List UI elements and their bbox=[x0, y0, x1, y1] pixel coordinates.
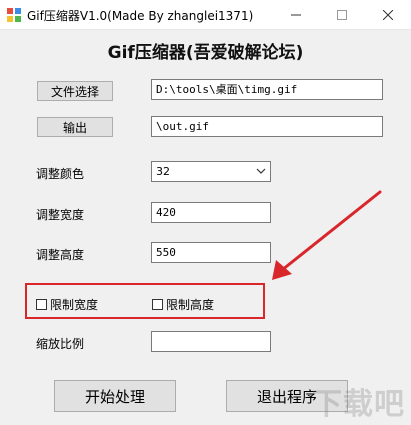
page-title: Gif压缩器(吾爱破解论坛) bbox=[107, 43, 304, 63]
app-icon bbox=[7, 8, 21, 22]
file-select-button[interactable]: 文件选择 bbox=[37, 81, 113, 101]
width-label: 调整宽度 bbox=[36, 208, 85, 222]
color-select[interactable]: 32 bbox=[151, 161, 271, 182]
width-input[interactable]: 420 bbox=[151, 202, 271, 223]
chevron-down-icon bbox=[256, 168, 266, 174]
file-path-input[interactable]: D:\tools\桌面\timg.gif bbox=[151, 79, 383, 100]
output-path-input[interactable]: \out.gif bbox=[151, 116, 383, 137]
color-select-value: 32 bbox=[156, 165, 170, 178]
maximize-icon bbox=[337, 9, 347, 20]
close-icon bbox=[383, 9, 393, 20]
output-button[interactable]: 输出 bbox=[37, 117, 113, 137]
minimize-button[interactable] bbox=[273, 0, 319, 29]
color-label: 调整颜色 bbox=[36, 167, 85, 181]
start-button[interactable]: 开始处理 bbox=[54, 380, 176, 412]
window-title: Gif压缩器V1.0(Made By zhanglei1371) bbox=[27, 9, 254, 23]
title-bar[interactable]: Gif压缩器V1.0(Made By zhanglei1371) bbox=[0, 0, 411, 30]
scale-input[interactable] bbox=[151, 331, 271, 352]
app-window: Gif压缩器V1.0(Made By zhanglei1371) Gif压缩器(… bbox=[0, 0, 411, 425]
minimize-icon bbox=[291, 14, 301, 15]
watermark: 下载吧 bbox=[312, 387, 405, 422]
highlight-box bbox=[25, 283, 265, 319]
close-button[interactable] bbox=[365, 0, 411, 29]
scale-label: 缩放比例 bbox=[36, 337, 85, 351]
height-label: 调整高度 bbox=[36, 248, 85, 262]
maximize-button[interactable] bbox=[319, 0, 365, 29]
height-input[interactable]: 550 bbox=[151, 242, 271, 263]
